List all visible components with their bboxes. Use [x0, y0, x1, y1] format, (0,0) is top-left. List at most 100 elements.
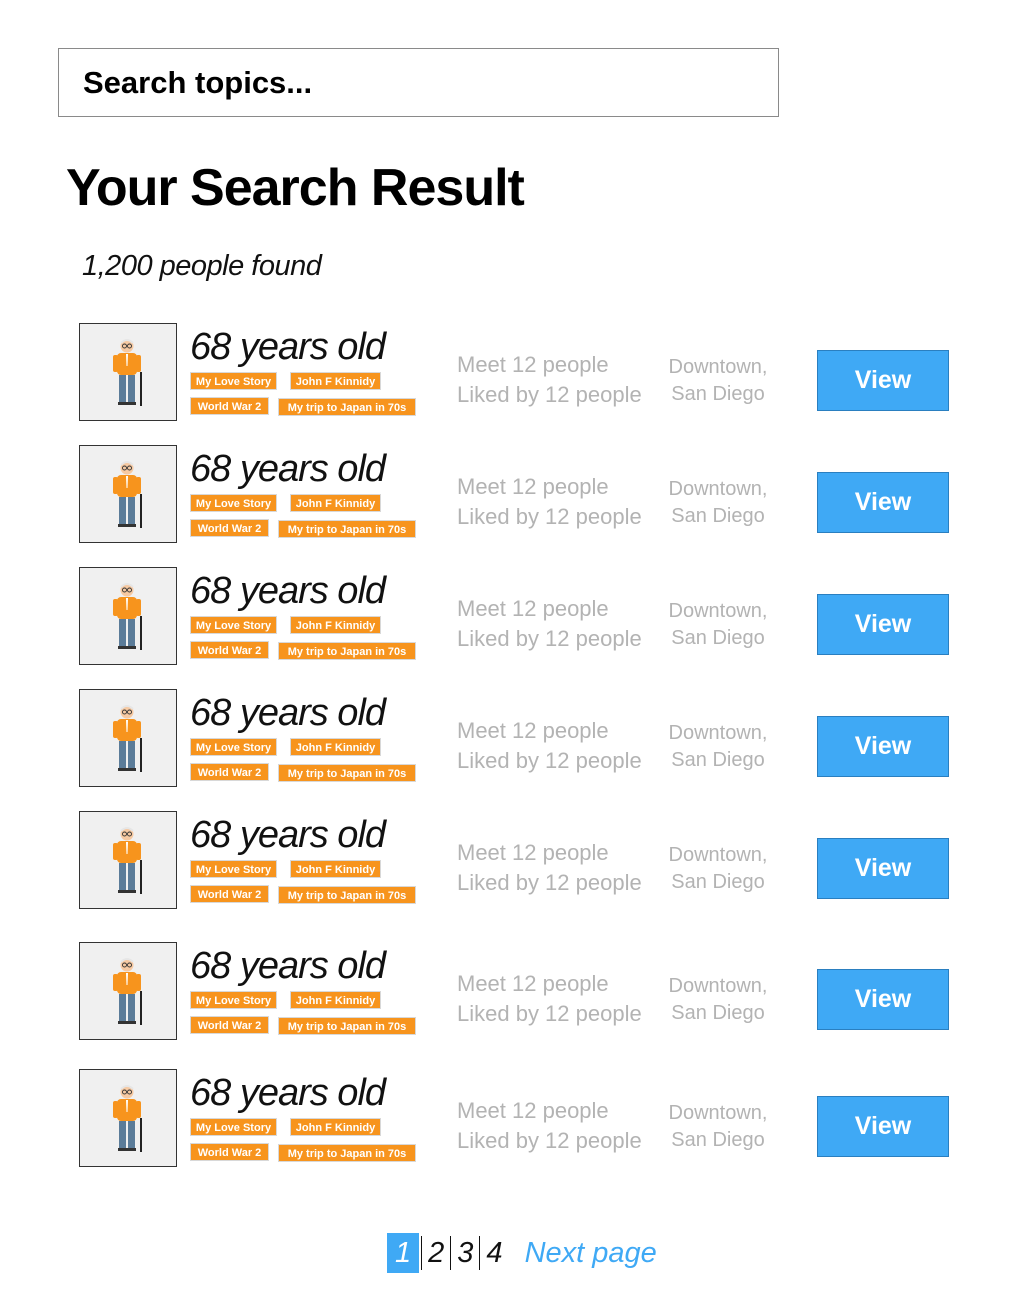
- avatar: [79, 1069, 177, 1167]
- elderly-man-icon: [113, 705, 142, 772]
- result-row: 68 years old My Love Story John F Kinnidy W…: [0, 323, 1025, 423]
- topic-tag[interactable]: My Love Story: [190, 372, 277, 390]
- page-link-1[interactable]: 1: [387, 1233, 420, 1273]
- location-line-2: San Diego: [671, 871, 765, 893]
- topic-tag[interactable]: My trip to Japan in 70s: [278, 642, 416, 660]
- pagination: 1 2 3 4 Next page: [387, 1233, 657, 1273]
- liked-count: Liked by 12 people: [457, 1001, 642, 1026]
- view-button[interactable]: View: [817, 716, 949, 777]
- topic-tag[interactable]: My trip to Japan in 70s: [278, 886, 416, 904]
- topic-tag[interactable]: World War 2: [190, 1016, 269, 1034]
- topic-tag[interactable]: John F Kinnidy: [290, 1118, 381, 1136]
- view-button[interactable]: View: [817, 594, 949, 655]
- meet-count: Meet 12 people: [457, 596, 609, 621]
- age-label: 68 years old: [190, 448, 386, 490]
- meet-count: Meet 12 people: [457, 840, 609, 865]
- location-line-1: Downtown,: [668, 356, 768, 378]
- elderly-man-icon: [113, 339, 142, 406]
- elderly-man-icon: [113, 583, 142, 650]
- topic-tag[interactable]: My trip to Japan in 70s: [278, 520, 416, 538]
- topic-tag[interactable]: My Love Story: [190, 616, 277, 634]
- avatar: [79, 942, 177, 1040]
- topic-tag[interactable]: My trip to Japan in 70s: [278, 398, 416, 416]
- stats: Meet 12 people Liked by 12 people: [457, 350, 642, 410]
- result-row: 68 years old My Love Story John F Kinnidy W…: [0, 942, 1025, 1042]
- page-link-2[interactable]: 2: [424, 1237, 448, 1270]
- topic-tag[interactable]: World War 2: [190, 763, 269, 781]
- next-page-link[interactable]: Next page: [525, 1237, 657, 1270]
- elderly-man-icon: [113, 1085, 142, 1152]
- age-label: 68 years old: [190, 326, 386, 368]
- location-line-2: San Diego: [671, 627, 765, 649]
- stats: Meet 12 people Liked by 12 people: [457, 472, 642, 532]
- location: Downtown, San Diego: [666, 598, 770, 652]
- result-row: 68 years old My Love Story John F Kinnidy W…: [0, 811, 1025, 911]
- topic-tag[interactable]: My trip to Japan in 70s: [278, 764, 416, 782]
- search-input[interactable]: [59, 49, 778, 116]
- liked-count: Liked by 12 people: [457, 1128, 642, 1153]
- liked-count: Liked by 12 people: [457, 504, 642, 529]
- location: Downtown, San Diego: [666, 973, 770, 1027]
- topic-tag[interactable]: World War 2: [190, 1143, 269, 1161]
- stats: Meet 12 people Liked by 12 people: [457, 716, 642, 776]
- location-line-1: Downtown,: [668, 1102, 768, 1124]
- stats: Meet 12 people Liked by 12 people: [457, 1096, 642, 1156]
- search-box[interactable]: [58, 48, 779, 117]
- liked-count: Liked by 12 people: [457, 382, 642, 407]
- topic-tag[interactable]: My trip to Japan in 70s: [278, 1144, 416, 1162]
- location-line-2: San Diego: [671, 1129, 765, 1151]
- avatar: [79, 445, 177, 543]
- topic-tag[interactable]: John F Kinnidy: [290, 991, 381, 1009]
- liked-count: Liked by 12 people: [457, 626, 642, 651]
- age-label: 68 years old: [190, 814, 386, 856]
- topic-tag[interactable]: John F Kinnidy: [290, 494, 381, 512]
- location-line-2: San Diego: [671, 505, 765, 527]
- location: Downtown, San Diego: [666, 476, 770, 530]
- meet-count: Meet 12 people: [457, 352, 609, 377]
- topic-tag[interactable]: My Love Story: [190, 738, 277, 756]
- liked-count: Liked by 12 people: [457, 748, 642, 773]
- meet-count: Meet 12 people: [457, 474, 609, 499]
- location-line-2: San Diego: [671, 1002, 765, 1024]
- view-button[interactable]: View: [817, 1096, 949, 1157]
- topic-tag[interactable]: My Love Story: [190, 991, 277, 1009]
- location-line-2: San Diego: [671, 383, 765, 405]
- result-row: 68 years old My Love Story John F Kinnidy W…: [0, 689, 1025, 789]
- view-button[interactable]: View: [817, 472, 949, 533]
- topic-tag[interactable]: My Love Story: [190, 494, 277, 512]
- location-line-1: Downtown,: [668, 722, 768, 744]
- location: Downtown, San Diego: [666, 720, 770, 774]
- page-separator: [450, 1236, 452, 1270]
- view-button[interactable]: View: [817, 969, 949, 1030]
- result-row: 68 years old My Love Story John F Kinnidy W…: [0, 445, 1025, 545]
- location-line-1: Downtown,: [668, 600, 768, 622]
- view-button[interactable]: View: [817, 350, 949, 411]
- page-separator: [479, 1236, 481, 1270]
- avatar: [79, 811, 177, 909]
- topic-tag[interactable]: John F Kinnidy: [290, 738, 381, 756]
- topic-tag[interactable]: World War 2: [190, 519, 269, 537]
- age-label: 68 years old: [190, 945, 386, 987]
- topic-tag[interactable]: World War 2: [190, 885, 269, 903]
- view-button[interactable]: View: [817, 838, 949, 899]
- topic-tag[interactable]: My Love Story: [190, 860, 277, 878]
- elderly-man-icon: [113, 461, 142, 528]
- location-line-1: Downtown,: [668, 975, 768, 997]
- page-title: Your Search Result: [66, 159, 525, 217]
- age-label: 68 years old: [190, 570, 386, 612]
- meet-count: Meet 12 people: [457, 971, 609, 996]
- topic-tag[interactable]: My trip to Japan in 70s: [278, 1017, 416, 1035]
- topic-tag[interactable]: World War 2: [190, 641, 269, 659]
- location: Downtown, San Diego: [666, 1100, 770, 1154]
- age-label: 68 years old: [190, 692, 386, 734]
- topic-tag[interactable]: John F Kinnidy: [290, 860, 381, 878]
- meet-count: Meet 12 people: [457, 1098, 609, 1123]
- page-link-4[interactable]: 4: [482, 1237, 506, 1270]
- location: Downtown, San Diego: [666, 354, 770, 408]
- topic-tag[interactable]: John F Kinnidy: [290, 372, 381, 390]
- topic-tag[interactable]: World War 2: [190, 397, 269, 415]
- topic-tag[interactable]: John F Kinnidy: [290, 616, 381, 634]
- page-link-3[interactable]: 3: [453, 1237, 477, 1270]
- topic-tag[interactable]: My Love Story: [190, 1118, 277, 1136]
- results-count: 1,200 people found: [82, 250, 322, 282]
